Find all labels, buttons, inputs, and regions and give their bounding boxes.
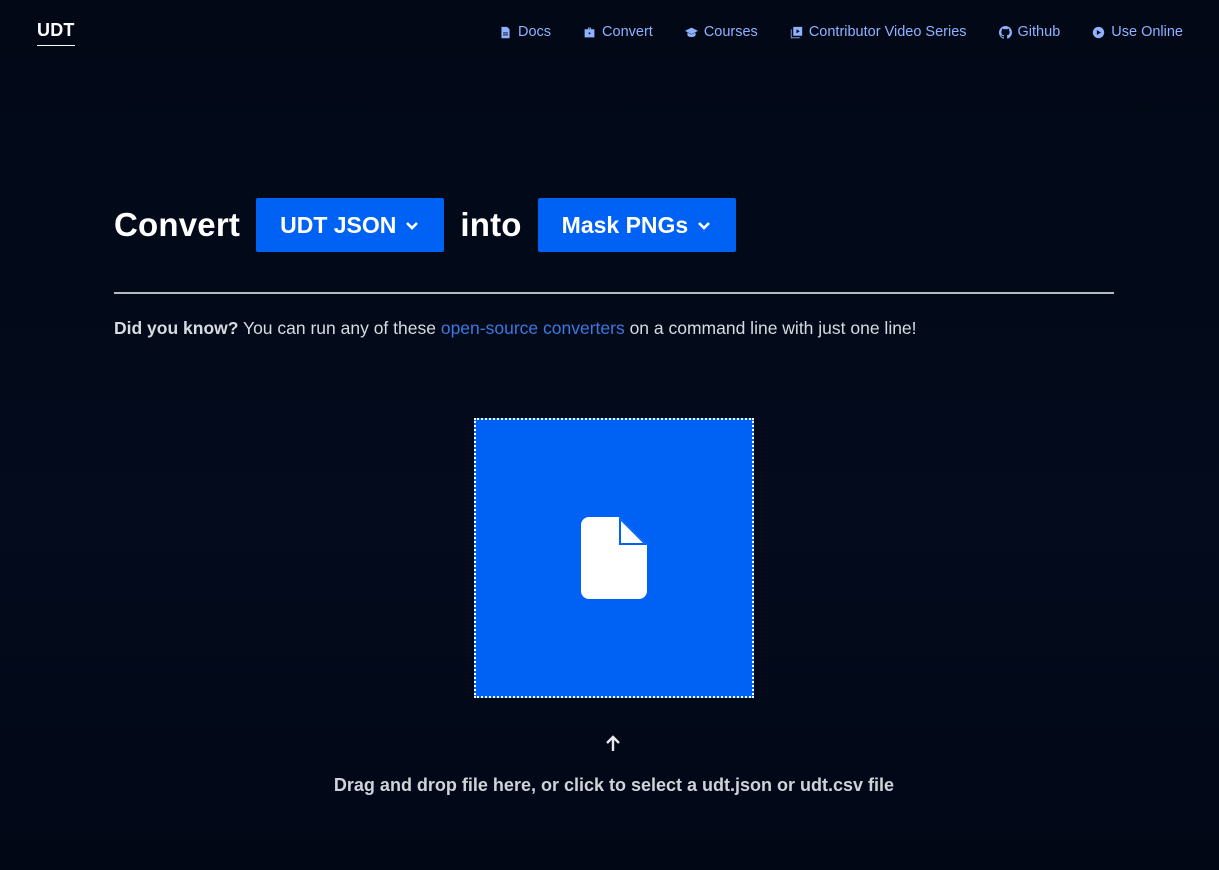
nav-courses-label: Courses: [703, 24, 758, 40]
to-format-label: Mask PNGs: [561, 211, 689, 238]
nav-docs[interactable]: Docs: [499, 22, 551, 42]
from-format-dropdown[interactable]: UDT JSON: [256, 198, 445, 252]
dropzone-instruction: Drag and drop file here, or click to sel…: [333, 775, 895, 795]
file-icon: [581, 517, 647, 599]
converter-selector-row: Convert UDT JSON into Mask PNGs: [114, 198, 737, 252]
briefcase-icon: [584, 27, 595, 37]
nav-github[interactable]: Github: [998, 22, 1061, 42]
into-label: into: [460, 206, 522, 243]
video-library-icon: [790, 26, 802, 38]
did-you-know-tip: Did you know? You can run any of these o…: [114, 318, 917, 339]
graduation-cap-icon: [684, 27, 698, 37]
open-source-converters-link[interactable]: open-source converters: [441, 318, 625, 338]
top-nav: Docs Convert Courses Contributor Video S…: [499, 22, 1183, 42]
tip-lead: Did you know?: [114, 318, 239, 338]
nav-docs-label: Docs: [517, 24, 552, 40]
nav-convert-label: Convert: [602, 24, 653, 40]
arrow-up-icon: [603, 734, 623, 754]
nav-use-online[interactable]: Use Online: [1092, 22, 1183, 42]
chevron-down-icon: [698, 222, 711, 230]
nav-use-online-label: Use Online: [1111, 24, 1183, 40]
to-format-dropdown[interactable]: Mask PNGs: [537, 198, 737, 252]
chevron-down-icon: [406, 222, 419, 230]
nav-contributor-video-series[interactable]: Contributor Video Series: [790, 22, 967, 42]
github-icon: [998, 25, 1012, 39]
tip-text-before: You can run any of these: [238, 318, 441, 338]
from-format-label: UDT JSON: [280, 211, 397, 238]
site-logo[interactable]: UDT: [37, 20, 75, 46]
nav-github-label: Github: [1017, 24, 1061, 40]
tip-text-after: on a command line with just one line!: [624, 318, 917, 338]
convert-heading: Convert: [114, 206, 241, 243]
play-circle-icon: [1093, 26, 1105, 38]
document-icon: [501, 26, 510, 38]
file-dropzone[interactable]: [474, 418, 754, 698]
nav-contributor-label: Contributor Video Series: [808, 24, 967, 40]
section-divider: [114, 292, 1114, 294]
nav-convert[interactable]: Convert: [583, 22, 653, 42]
nav-courses[interactable]: Courses: [684, 22, 758, 42]
